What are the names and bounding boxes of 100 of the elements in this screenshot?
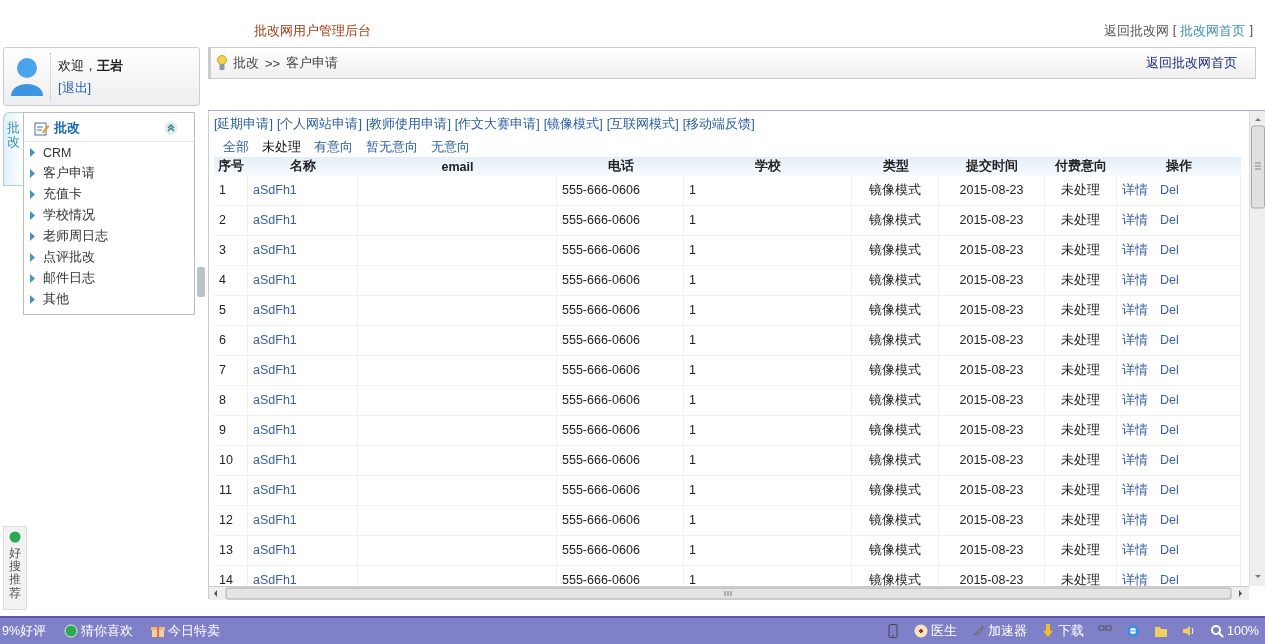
breadcrumb-root[interactable]: 批改: [233, 54, 259, 72]
action-link[interactable]: 详情: [1122, 206, 1148, 235]
action-link[interactable]: Del: [1160, 446, 1179, 475]
collapse-icon[interactable]: [164, 121, 178, 135]
action-link[interactable]: 详情: [1122, 566, 1148, 586]
vertical-scrollbar[interactable]: [1249, 111, 1265, 586]
collapse-handle[interactable]: [197, 267, 205, 297]
status-item[interactable]: 今日特卖: [168, 622, 221, 640]
action-link[interactable]: Del: [1160, 536, 1179, 565]
nav-item[interactable]: CRM: [43, 145, 72, 160]
filter-tab[interactable]: 全部: [223, 139, 249, 156]
category-link[interactable]: [作文大赛申请]: [454, 116, 540, 133]
home-link[interactable]: 批改网首页: [1180, 22, 1246, 40]
category-link[interactable]: [教师使用申请]: [365, 116, 451, 133]
action-link[interactable]: 详情: [1122, 536, 1148, 565]
phone-icon[interactable]: [886, 624, 900, 638]
name-link[interactable]: aSdFh1: [253, 243, 297, 257]
action-link[interactable]: Del: [1160, 566, 1179, 586]
name-link[interactable]: aSdFh1: [253, 393, 297, 407]
table-cell: 12: [214, 506, 248, 535]
nav-item[interactable]: 充值卡: [43, 186, 82, 203]
name-link[interactable]: aSdFh1: [253, 423, 297, 437]
action-link[interactable]: Del: [1160, 176, 1179, 205]
filter-tab[interactable]: 暂无意向: [366, 139, 418, 156]
table-cell: 1: [684, 236, 852, 265]
browser-icon[interactable]: [1126, 624, 1140, 638]
nav-item[interactable]: 其他: [43, 291, 69, 308]
arrow-icon: [30, 274, 35, 283]
filter-tab[interactable]: 未处理: [262, 139, 301, 156]
table-cell: 镜像模式: [852, 176, 939, 205]
name-link[interactable]: aSdFh1: [253, 303, 297, 317]
status-item[interactable]: 猜你喜欢: [81, 622, 134, 640]
horizontal-scrollbar[interactable]: [209, 586, 1249, 600]
folder-icon[interactable]: [1154, 624, 1168, 638]
action-link[interactable]: Del: [1160, 236, 1179, 265]
download-icon[interactable]: [1041, 624, 1055, 638]
name-link[interactable]: aSdFh1: [253, 453, 297, 467]
action-link[interactable]: 详情: [1122, 416, 1148, 445]
dot-icon: [9, 531, 21, 543]
name-link[interactable]: aSdFh1: [253, 213, 297, 227]
category-link[interactable]: [互联网模式]: [606, 116, 679, 133]
zoom-icon[interactable]: [1210, 624, 1224, 638]
table-cell: 未处理: [1045, 206, 1117, 235]
status-item[interactable]: 加速器: [988, 622, 1027, 640]
action-link[interactable]: Del: [1160, 506, 1179, 535]
action-link[interactable]: 详情: [1122, 386, 1148, 415]
action-link[interactable]: 详情: [1122, 446, 1148, 475]
filter-tab[interactable]: 无意向: [431, 139, 470, 156]
name-link[interactable]: aSdFh1: [253, 573, 297, 586]
plus-badge-icon[interactable]: [914, 624, 928, 638]
status-item[interactable]: 下载: [1058, 622, 1084, 640]
action-link[interactable]: 详情: [1122, 236, 1148, 265]
welcome-text: 欢迎，王岩: [58, 56, 123, 75]
action-link[interactable]: Del: [1160, 296, 1179, 325]
back-label: 返回批改网: [1103, 22, 1169, 40]
speaker-icon[interactable]: [1182, 624, 1196, 638]
action-link[interactable]: Del: [1160, 476, 1179, 505]
filter-tab[interactable]: 有意向: [314, 139, 353, 156]
category-link[interactable]: [移动端反馈]: [682, 116, 755, 133]
action-link[interactable]: 详情: [1122, 506, 1148, 535]
table-cell: 10: [214, 446, 248, 475]
home-link[interactable]: 返回批改网首页: [1146, 54, 1237, 72]
nav-item[interactable]: 学校情况: [43, 207, 95, 224]
nav-item[interactable]: 老师周日志: [43, 228, 108, 245]
nav-item[interactable]: 客户申请: [43, 165, 95, 182]
name-link[interactable]: aSdFh1: [253, 273, 297, 287]
action-link[interactable]: Del: [1160, 416, 1179, 445]
category-link[interactable]: [延期申请]: [214, 116, 273, 133]
table-cell: 4: [214, 266, 248, 295]
name-link[interactable]: aSdFh1: [253, 363, 297, 377]
category-link[interactable]: [镜像模式]: [543, 116, 603, 133]
name-link[interactable]: aSdFh1: [253, 513, 297, 527]
nav-item[interactable]: 邮件日志: [43, 270, 95, 287]
action-link[interactable]: 详情: [1122, 296, 1148, 325]
nav-item[interactable]: 点评批改: [43, 249, 95, 266]
logout-link[interactable]: [退出]: [58, 78, 123, 97]
action-link[interactable]: Del: [1160, 326, 1179, 355]
side-widget[interactable]: 好搜推荐: [3, 526, 27, 610]
side-tab[interactable]: 批改: [3, 112, 23, 186]
action-link[interactable]: Del: [1160, 266, 1179, 295]
action-link[interactable]: Del: [1160, 386, 1179, 415]
action-link[interactable]: 详情: [1122, 326, 1148, 355]
table-cell: 2015-08-23: [939, 296, 1045, 325]
action-link[interactable]: 详情: [1122, 476, 1148, 505]
action-link[interactable]: 详情: [1122, 176, 1148, 205]
name-link[interactable]: aSdFh1: [253, 483, 297, 497]
table-cell: 6: [214, 326, 248, 355]
category-link[interactable]: [个人网站申请]: [276, 116, 362, 133]
name-link[interactable]: aSdFh1: [253, 333, 297, 347]
name-link[interactable]: aSdFh1: [253, 543, 297, 557]
action-link[interactable]: 详情: [1122, 356, 1148, 385]
name-link[interactable]: aSdFh1: [253, 183, 297, 197]
action-link[interactable]: Del: [1160, 356, 1179, 385]
action-link[interactable]: 详情: [1122, 266, 1148, 295]
action-link[interactable]: Del: [1160, 206, 1179, 235]
status-item[interactable]: 9%好评: [2, 622, 47, 640]
status-item[interactable]: 医生: [931, 622, 957, 640]
gift-icon[interactable]: [151, 624, 166, 638]
status-item[interactable]: 100%: [1227, 624, 1259, 638]
dot-icon[interactable]: [64, 624, 79, 638]
